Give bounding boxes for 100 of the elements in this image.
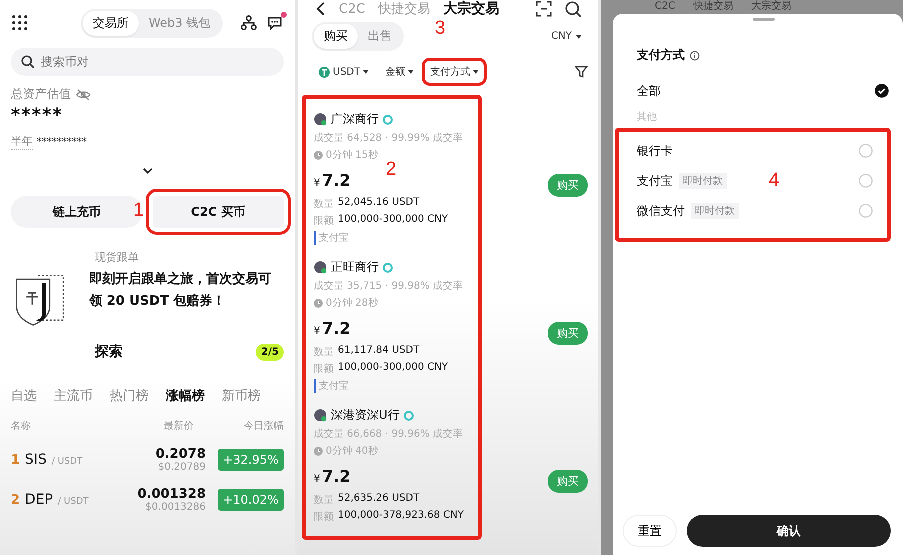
usd-price: $0.20789 xyxy=(158,462,206,473)
caret-icon xyxy=(473,70,480,74)
scan-icon[interactable] xyxy=(536,1,552,17)
avatar-icon xyxy=(314,113,327,126)
search-icon[interactable] xyxy=(565,0,582,18)
clock-icon xyxy=(314,150,323,160)
option-tag: 即时付款 xyxy=(679,173,727,189)
filter-dropdown[interactable]: USDT xyxy=(316,64,372,80)
quantity-value: 52,635.26 USDT xyxy=(338,493,420,506)
confirm-button[interactable]: 确认 xyxy=(687,515,891,547)
column-header: 今日涨幅 xyxy=(243,420,284,433)
limit-label: 限额 xyxy=(314,362,334,376)
nav-tab[interactable]: 大宗交易 xyxy=(443,0,500,18)
limit-value: 100,000-300,000 CNY xyxy=(338,362,448,375)
verified-icon xyxy=(383,114,393,124)
nav-label: 快捷交易 xyxy=(693,1,734,13)
chat-icon[interactable] xyxy=(267,14,284,32)
back-icon[interactable] xyxy=(316,1,326,17)
rank-number: 1 xyxy=(11,453,20,468)
option-tag: 即时付款 xyxy=(691,203,739,219)
annotation-number: 1 xyxy=(134,200,144,222)
filter-dropdown[interactable]: 支付方式 xyxy=(427,63,482,81)
quantity-label: 数量 xyxy=(314,494,334,507)
filter-dropdown[interactable]: 金额 xyxy=(382,63,418,81)
change-badge: +10.02% xyxy=(218,489,284,511)
response-time: 0分钟 40秒 xyxy=(326,444,378,458)
sheet-title: 支付方式 xyxy=(637,47,685,64)
coin-icon xyxy=(319,66,330,78)
side-tab[interactable]: 购买 xyxy=(314,24,358,49)
filter-icon[interactable] xyxy=(575,66,588,78)
promo-category: 现货跟单 xyxy=(95,250,140,265)
option-label: 银行卡 xyxy=(637,142,673,160)
asset-value: ***** xyxy=(11,105,64,126)
period-value: ********** xyxy=(37,136,87,148)
currency-symbol: ¥ xyxy=(314,326,320,337)
page-indicator: 2/5 xyxy=(256,344,284,360)
currency-symbol: ¥ xyxy=(314,178,320,189)
annotation-number: 3 xyxy=(435,18,446,40)
eye-off-icon[interactable] xyxy=(76,88,91,100)
quantity-value: 52,045.16 USDT xyxy=(338,197,420,210)
limit-value: 100,000-300,000 CNY xyxy=(338,214,448,227)
search-field[interactable]: 搜索币对 xyxy=(11,48,284,76)
annotation-number: 2 xyxy=(386,159,397,181)
nav-label: 大宗交易 xyxy=(751,1,792,13)
option-label: 全部 xyxy=(637,82,661,100)
verified-icon xyxy=(383,262,393,272)
mode-tab[interactable]: 交易所 xyxy=(83,10,139,36)
menu-icon[interactable] xyxy=(11,14,29,32)
last-price: 0.001328 xyxy=(138,487,206,502)
currency-symbol: ¥ xyxy=(314,474,320,485)
currency-dropdown[interactable]: CNY xyxy=(545,30,588,43)
section-label: 其他 xyxy=(637,110,658,124)
quantity-label: 数量 xyxy=(314,198,334,211)
coin-symbol[interactable]: DEP xyxy=(25,492,54,508)
reset-button[interactable]: 重置 xyxy=(623,515,677,547)
merchant-name[interactable]: 深港资深U行 xyxy=(331,407,400,424)
search-icon xyxy=(21,55,35,69)
merchant-name[interactable]: 广深商行 xyxy=(331,111,379,128)
radio-button[interactable] xyxy=(875,84,889,98)
info-icon[interactable] xyxy=(690,50,700,60)
clock-icon xyxy=(314,298,323,308)
quantity-label: 数量 xyxy=(314,346,334,359)
chevron-down-icon[interactable] xyxy=(142,168,152,174)
quote-currency: / USDT xyxy=(58,497,89,507)
merchant-name[interactable]: 正旺商行 xyxy=(331,259,379,276)
clock-icon xyxy=(314,446,323,456)
caret-icon xyxy=(363,70,370,74)
avatar-icon xyxy=(314,409,327,422)
column-header: 最新价 xyxy=(163,420,194,433)
payment-method: 支付宝 xyxy=(314,231,478,245)
unit-price: 7.2 xyxy=(322,467,351,486)
response-time: 0分钟 15秒 xyxy=(326,148,378,162)
merchant-stats: 成交量 35,715 · 99.98% 成交率 xyxy=(314,280,464,293)
period-label: 半年 xyxy=(11,134,33,150)
coin-symbol[interactable]: SIS xyxy=(25,452,47,468)
limit-value: 100,000-378,923.68 CNY xyxy=(338,510,464,523)
action-button[interactable]: C2C 买币 xyxy=(152,196,284,228)
payment-method: 支付宝 xyxy=(314,379,478,393)
response-time: 0分钟 28秒 xyxy=(326,296,378,310)
usd-price: $0.0013286 xyxy=(146,502,206,513)
change-badge: +32.95% xyxy=(218,449,284,471)
quantity-value: 61,117.84 USDT xyxy=(338,345,420,358)
asset-label: 总资产估值 xyxy=(11,86,71,103)
quote-currency: / USDT xyxy=(52,457,83,467)
drag-handle[interactable] xyxy=(753,18,775,21)
network-icon[interactable] xyxy=(241,15,257,31)
limit-label: 限额 xyxy=(314,510,334,524)
explore-link[interactable]: 探索 xyxy=(95,343,123,361)
annotation-number: 4 xyxy=(769,170,780,192)
market-tab[interactable]: 涨幅榜 xyxy=(166,387,205,405)
unit-price: 7.2 xyxy=(322,171,351,190)
option-label: 支付宝 xyxy=(637,172,673,190)
last-price: 0.2078 xyxy=(156,447,206,462)
caret-icon xyxy=(576,34,582,38)
column-header: 名称 xyxy=(11,420,32,433)
merchant-stats: 成交量 66,668 · 99.96% 成交率 xyxy=(314,428,464,441)
promo-text: 即刻开启跟单之旅，首次交易可领 20 USDT 包赔券！ xyxy=(89,270,272,311)
avatar-icon xyxy=(314,261,327,274)
rank-number: 2 xyxy=(11,493,20,508)
caret-icon xyxy=(408,70,414,74)
